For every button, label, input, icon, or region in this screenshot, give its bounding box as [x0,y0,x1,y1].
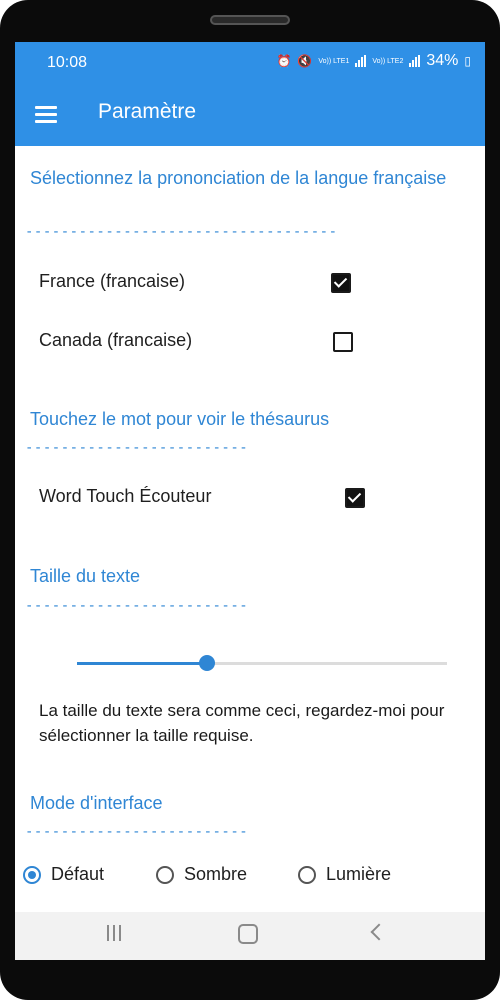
section-title-interface-mode: Mode d'interface [30,793,163,813]
sim1-label: Vo)) LTE1 [318,57,350,65]
section-title-pronunciation: Sélectionnez la prononciation de la lang… [30,168,447,188]
radio-default[interactable]: Défaut [23,864,104,885]
home-icon[interactable] [235,922,265,950]
radio-circle-icon [298,865,316,884]
system-nav-bar [15,912,485,960]
option-label-canada: Canada (francaise) [39,330,193,350]
status-bar: 10:08 ⏰ 🔇 Vo)) LTE1 Vo)) LTE2 34% ▯ [15,42,485,84]
radio-circle-icon [23,865,41,884]
text-size-slider[interactable] [77,655,447,671]
status-time: 10:08 [47,54,88,71]
section-underline: ------------------------- [25,440,249,456]
section-underline: ----------------------------------- [25,224,338,240]
radio-label: Sombre [184,864,248,884]
option-label-word-touch: Word Touch Écouteur [39,486,212,506]
slider-thumb[interactable] [198,655,215,671]
signal-icon [355,55,367,67]
section-underline: ------------------------- [25,824,249,840]
section-underline: ------------------------- [25,598,249,614]
status-icons: ⏰ 🔇 Vo)) LTE1 Vo)) LTE2 34% ▯ [276,52,471,70]
checkbox-canada[interactable] [333,332,353,352]
phone-frame: 10:08 ⏰ 🔇 Vo)) LTE1 Vo)) LTE2 34% ▯ Para… [0,0,500,1000]
alarm-icon: ⏰ [276,54,292,68]
checkbox-word-touch[interactable] [345,488,365,508]
interface-mode-radio-group: Défaut Sombre Lumière [23,864,483,894]
page-title: Paramètre [98,100,197,123]
hamburger-menu-icon[interactable] [35,106,59,124]
radio-circle-icon [156,865,174,884]
radio-label: Défaut [51,864,105,884]
battery-level: 34% [426,52,459,69]
slider-fill [77,662,207,665]
text-size-preview: La taille du texte sera comme ceci, rega… [39,701,445,745]
back-icon[interactable] [367,922,397,950]
mute-icon: 🔇 [297,54,313,68]
signal-icon-2 [409,55,421,67]
radio-light[interactable]: Lumière [298,864,391,885]
section-title-text-size: Taille du texte [30,566,141,586]
radio-label: Lumière [326,864,392,884]
screen: 10:08 ⏰ 🔇 Vo)) LTE1 Vo)) LTE2 34% ▯ Para… [15,42,485,960]
battery-icon: ▯ [464,54,471,68]
speaker-grille [210,15,290,25]
recents-icon[interactable] [103,922,133,950]
section-title-thesaurus: Touchez le mot pour voir le thésaurus [30,409,330,429]
radio-dark[interactable]: Sombre [156,864,247,885]
option-label-france: France (francaise) [39,271,186,291]
app-bar: Paramètre [15,84,485,146]
sim2-label: Vo)) LTE2 [372,57,404,65]
checkbox-france[interactable] [331,273,351,293]
settings-content: Sélectionnez la prononciation de la lang… [15,146,485,912]
